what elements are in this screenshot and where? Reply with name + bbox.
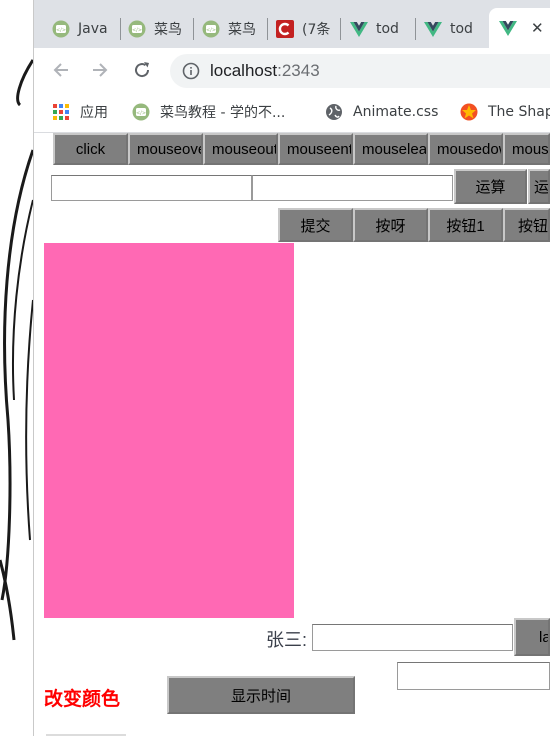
mouseout-button[interactable]: mouseout bbox=[203, 133, 278, 165]
address-url: localhost:2343 bbox=[210, 61, 320, 81]
bookmark-label: The Shap bbox=[488, 104, 550, 120]
tab-title: (7条 bbox=[302, 21, 331, 38]
url-host: localhost bbox=[210, 61, 278, 80]
tab-separator bbox=[340, 18, 341, 40]
tab-title: tod bbox=[376, 20, 399, 37]
browser-tab-4[interactable]: (7条 bbox=[276, 9, 338, 48]
browser-tab-3[interactable]: </> 菜鸟 bbox=[202, 9, 264, 48]
arrow-left-icon bbox=[53, 63, 68, 77]
browser-tab-6[interactable]: tod bbox=[424, 9, 482, 48]
svg-text:</>: </> bbox=[136, 111, 146, 117]
name-input[interactable] bbox=[312, 624, 513, 651]
mouseenter-button[interactable]: mouseenter bbox=[278, 133, 353, 165]
calculate-button-2[interactable]: 运 bbox=[528, 169, 550, 204]
name-submit-button[interactable]: la bbox=[514, 618, 550, 656]
runoob-icon: </> bbox=[202, 20, 220, 37]
mousedown-button[interactable]: mousedown bbox=[428, 133, 503, 165]
csdn-icon bbox=[276, 19, 294, 38]
browser-window: </> Java </> 菜鸟 </> 菜鸟 (7条 tod tod ✕ loc… bbox=[34, 0, 550, 736]
tab-title: 菜鸟 bbox=[154, 21, 182, 38]
calculate-button[interactable]: 运算 bbox=[454, 169, 527, 204]
runoob-icon: </> bbox=[128, 20, 146, 37]
name-label: 张三: bbox=[266, 630, 308, 650]
globe-icon bbox=[326, 104, 342, 120]
runoob-icon: </> bbox=[52, 20, 70, 37]
bookmark-the-shapes[interactable]: The Shap bbox=[460, 101, 550, 123]
browser-toolbar: localhost:2343 bbox=[34, 48, 550, 92]
svg-text:</>: </> bbox=[206, 27, 216, 33]
pink-color-box[interactable] bbox=[44, 243, 294, 618]
browser-tab-5[interactable]: tod bbox=[350, 9, 412, 48]
click-button[interactable]: click bbox=[53, 133, 128, 165]
number-input-2[interactable] bbox=[252, 175, 453, 201]
apps-grid-icon bbox=[53, 104, 69, 120]
press-button[interactable]: 按呀 bbox=[353, 208, 428, 242]
bookmark-apps[interactable]: 应用 bbox=[52, 101, 108, 123]
mouseup-button[interactable]: mouseup bbox=[503, 133, 550, 165]
change-color-text[interactable]: 改变颜色 bbox=[44, 684, 120, 711]
desktop-background-strip bbox=[0, 0, 34, 736]
vue-icon bbox=[350, 21, 368, 37]
bookmark-label: 菜鸟教程 - 学的不... bbox=[160, 105, 286, 121]
reload-icon bbox=[135, 62, 150, 78]
mouseover-button[interactable]: mouseover bbox=[128, 133, 203, 165]
reload-button[interactable] bbox=[130, 58, 154, 82]
arrow-right-icon bbox=[93, 63, 108, 77]
button-2[interactable]: 按钮2 bbox=[503, 208, 550, 242]
tab-separator bbox=[415, 18, 416, 40]
browser-tab-active[interactable]: ✕ bbox=[489, 8, 550, 48]
button-1[interactable]: 按钮1 bbox=[428, 208, 503, 242]
bookmarks-bar: 应用 </> 菜鸟教程 - 学的不... Animate.css The Sha… bbox=[34, 92, 550, 133]
url-port: :2343 bbox=[277, 61, 320, 80]
tab-title: tod bbox=[450, 20, 473, 37]
vue-icon bbox=[424, 21, 442, 37]
bookmark-runoob[interactable]: </> 菜鸟教程 - 学的不... bbox=[132, 101, 285, 123]
tab-separator bbox=[267, 18, 268, 40]
shapes-icon bbox=[460, 103, 478, 121]
page-content: click mouseover mouseout mouseenter mous… bbox=[34, 133, 550, 736]
tab-close-icon[interactable]: ✕ bbox=[531, 19, 544, 37]
bookmark-label: Animate.css bbox=[353, 104, 439, 120]
svg-text:</>: </> bbox=[132, 27, 142, 33]
bookmark-label: 应用 bbox=[80, 105, 108, 121]
info-icon bbox=[182, 62, 200, 80]
forward-button[interactable] bbox=[88, 58, 112, 82]
time-input[interactable] bbox=[397, 662, 550, 690]
tab-title: 菜鸟 bbox=[228, 21, 256, 38]
vue-icon bbox=[499, 21, 517, 36]
number-input-1[interactable] bbox=[51, 175, 252, 201]
back-button[interactable] bbox=[49, 58, 73, 82]
browser-tab-2[interactable]: </> 菜鸟 bbox=[128, 9, 190, 48]
tab-strip: </> Java </> 菜鸟 </> 菜鸟 (7条 tod tod ✕ bbox=[34, 0, 550, 48]
address-bar[interactable]: localhost:2343 bbox=[170, 54, 550, 88]
browser-tab-1[interactable]: </> Java bbox=[52, 9, 118, 48]
svg-text:</>: </> bbox=[56, 27, 66, 33]
tab-separator bbox=[193, 18, 194, 40]
tab-title: Java bbox=[78, 20, 108, 37]
runoob-icon: </> bbox=[132, 103, 150, 121]
submit-button[interactable]: 提交 bbox=[278, 208, 353, 242]
bookmark-animate-css[interactable]: Animate.css bbox=[325, 101, 438, 123]
tab-separator bbox=[120, 18, 121, 40]
show-time-button[interactable]: 显示时间 bbox=[167, 676, 355, 714]
mouseleave-button[interactable]: mouseleave bbox=[353, 133, 428, 165]
